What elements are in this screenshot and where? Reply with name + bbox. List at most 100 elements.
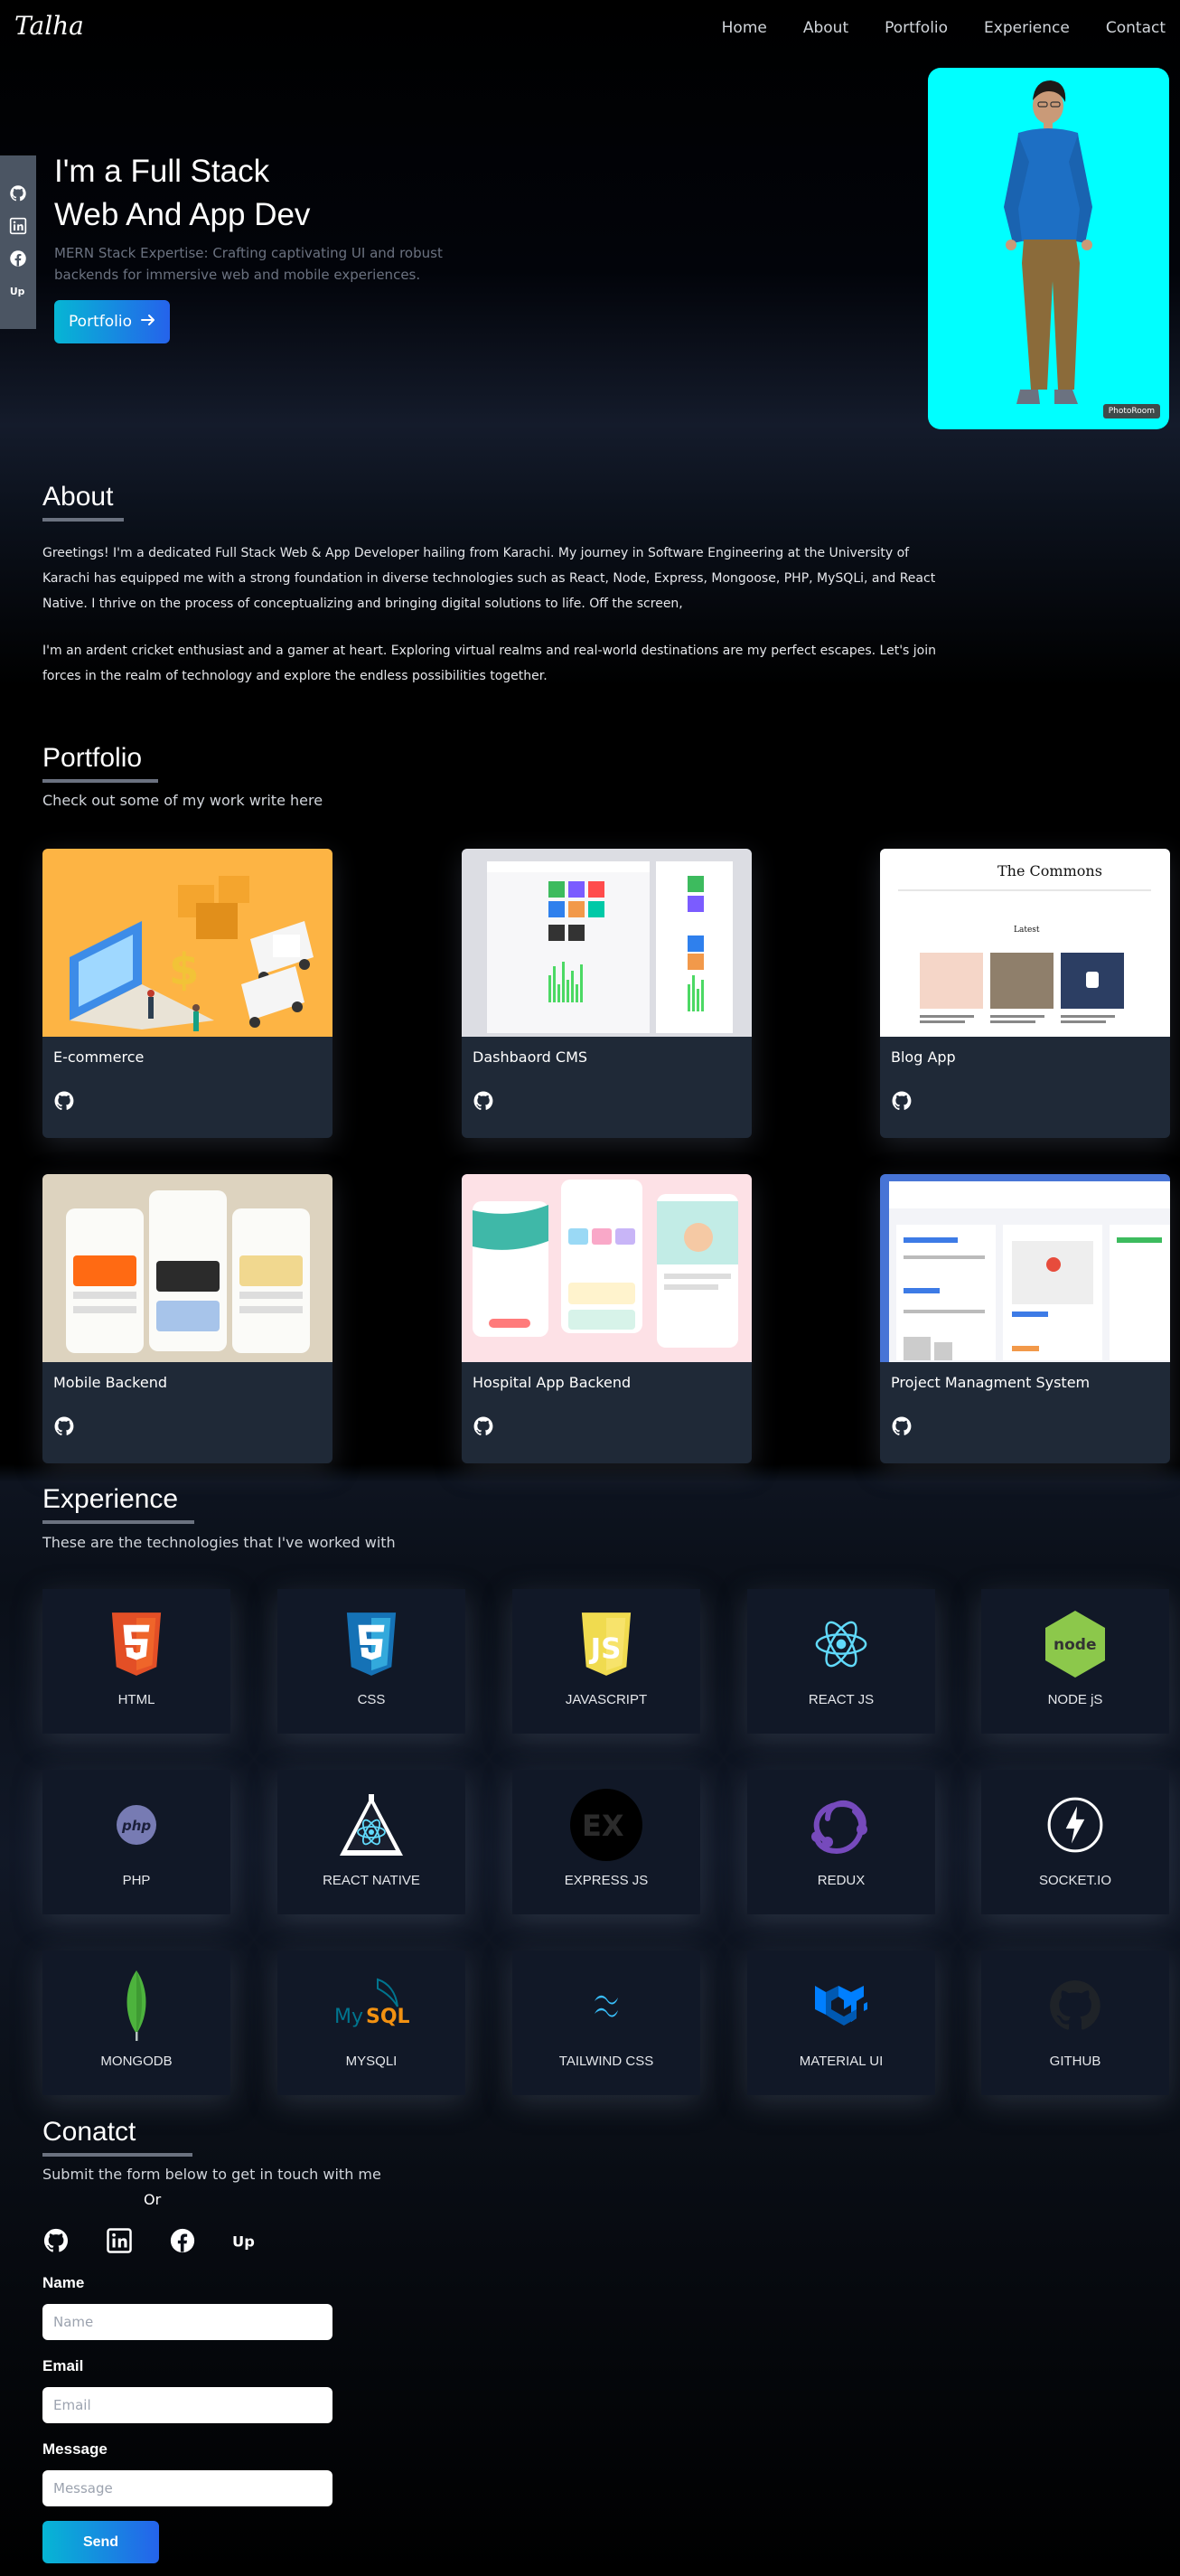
- send-button[interactable]: Send: [42, 2521, 159, 2563]
- portfolio-title-text: Portfolio: [42, 743, 143, 773]
- portfolio-card[interactable]: $ E-commerce: [42, 849, 332, 1138]
- portfolio-button[interactable]: Portfolio: [54, 300, 170, 343]
- about-paragraph-2: I'm an ardent cricket enthusiast and a g…: [42, 644, 937, 683]
- skill-card-html: HTML: [42, 1589, 230, 1734]
- github-icon[interactable]: [53, 1090, 75, 1112]
- github-icon[interactable]: [8, 183, 28, 203]
- svg-text:node: node: [1054, 1636, 1096, 1654]
- html5-icon: [98, 1605, 175, 1683]
- skill-name: NODE jS: [1047, 1692, 1103, 1707]
- portfolio-card[interactable]: Hospital App Backend: [462, 1174, 752, 1463]
- about-paragraph-1: Greetings! I'm a dedicated Full Stack We…: [42, 546, 936, 611]
- navbar: Talha Home About Portfolio Experience Co…: [0, 0, 1180, 58]
- php-icon: php: [98, 1786, 175, 1864]
- email-input[interactable]: [42, 2387, 332, 2423]
- portfolio-card[interactable]: Dashbaord CMS: [462, 849, 752, 1138]
- facebook-icon[interactable]: [8, 249, 28, 268]
- portfolio-title-underline: [42, 779, 158, 783]
- portfolio-title: Portfolio: [42, 743, 158, 783]
- experience-title: Experience: [42, 1484, 194, 1524]
- skill-name: TAILWIND CSS: [558, 2054, 654, 2069]
- skill-card-mysql: My SQL MYSQLI: [277, 1951, 465, 2095]
- react-native-icon: [332, 1786, 410, 1864]
- portfolio-card[interactable]: Mobile Backend: [42, 1174, 332, 1463]
- nav-home[interactable]: Home: [722, 19, 767, 37]
- skill-name: REDUX: [817, 1873, 866, 1888]
- nodejs-icon: node: [1036, 1605, 1114, 1683]
- contact-title-text: Conatct: [42, 2117, 136, 2147]
- upwork-icon[interactable]: Up: [8, 281, 28, 301]
- material-ui-icon: [802, 1967, 880, 2045]
- message-label: Message: [42, 2440, 108, 2458]
- skill-card-react: REACT JS: [747, 1589, 935, 1734]
- skill-card-tailwind: TAILWIND CSS: [512, 1951, 700, 2095]
- github-icon: [1036, 1967, 1114, 2045]
- github-icon[interactable]: [42, 2227, 70, 2254]
- css3-icon: [332, 1605, 410, 1683]
- project-management-thumbnail: [880, 1174, 1170, 1362]
- skill-card-css: CSS: [277, 1589, 465, 1734]
- nav-experience[interactable]: Experience: [984, 19, 1070, 37]
- skill-card-express: EX EXPRESS JS: [512, 1770, 700, 1914]
- profile-photo: PhotoRoom: [928, 68, 1169, 429]
- hero-title: I'm a Full Stack Web And App Dev: [54, 150, 506, 237]
- svg-text:$: $: [169, 945, 199, 995]
- contact-subtitle: Submit the form below to get in touch wi…: [42, 2166, 381, 2183]
- hero-title-line2: Web And App Dev: [54, 197, 311, 232]
- page: Talha Home About Portfolio Experience Co…: [0, 0, 1180, 2576]
- svg-text:SQL: SQL: [366, 2006, 410, 2028]
- card-title: Mobile Backend: [53, 1374, 167, 1391]
- nav-about[interactable]: About: [803, 19, 848, 37]
- logo[interactable]: Talha: [14, 11, 84, 41]
- blog-thumbnail: The Commons Latest: [880, 849, 1170, 1037]
- github-icon[interactable]: [473, 1090, 494, 1112]
- arrow-right-icon: [140, 313, 155, 331]
- experience-subtitle: These are the technologies that I've wor…: [42, 1534, 396, 1551]
- contact-title: Conatct: [42, 2117, 192, 2157]
- experience-title-underline: [42, 1520, 194, 1524]
- skill-name: EXPRESS JS: [564, 1873, 649, 1888]
- blog-thumb-sub: Latest: [1014, 926, 1040, 935]
- skill-name: REACT NATIVE: [323, 1873, 420, 1888]
- skill-card-material-ui: MATERIAL UI: [747, 1951, 935, 2095]
- linkedin-icon[interactable]: [8, 216, 28, 236]
- message-input[interactable]: [42, 2470, 332, 2506]
- photoroom-badge: PhotoRoom: [1102, 404, 1160, 418]
- skill-card-github: GITHUB: [981, 1951, 1169, 2095]
- blog-thumb-heading: The Commons: [997, 862, 1102, 879]
- skill-card-socketio: SOCKET.IO: [981, 1770, 1169, 1914]
- portfolio-card[interactable]: Project Managment System: [880, 1174, 1170, 1463]
- svg-text:Up: Up: [232, 2233, 255, 2250]
- skill-card-redux: REDUX: [747, 1770, 935, 1914]
- about-title: About: [42, 482, 124, 522]
- nav-contact[interactable]: Contact: [1106, 19, 1166, 37]
- github-icon[interactable]: [891, 1090, 913, 1112]
- github-icon[interactable]: [891, 1415, 913, 1437]
- react-icon: [802, 1605, 880, 1683]
- redux-icon: [802, 1786, 880, 1864]
- card-title: E-commerce: [53, 1048, 145, 1066]
- card-title: Dashbaord CMS: [473, 1048, 588, 1066]
- hospital-thumbnail: [462, 1174, 752, 1362]
- github-icon[interactable]: [473, 1415, 494, 1437]
- portfolio-card[interactable]: The Commons Latest Blog App: [880, 849, 1170, 1138]
- skill-name: MATERIAL UI: [799, 2054, 884, 2069]
- skill-name: PHP: [122, 1873, 151, 1888]
- nav-portfolio[interactable]: Portfolio: [885, 19, 948, 37]
- about-title-underline: [42, 518, 124, 522]
- name-label: Name: [42, 2274, 85, 2291]
- dashboard-thumbnail: [462, 849, 752, 1037]
- portfolio-subtitle: Check out some of my work write here: [42, 792, 323, 809]
- skill-card-php: php PHP: [42, 1770, 230, 1914]
- nav-links: Home About Portfolio Experience Contact: [686, 19, 1166, 37]
- github-icon[interactable]: [53, 1415, 75, 1437]
- facebook-icon[interactable]: [169, 2227, 196, 2254]
- skill-card-javascript: JS JAVASCRIPT: [512, 1589, 700, 1734]
- skill-name: GITHUB: [1049, 2054, 1101, 2069]
- linkedin-icon[interactable]: [106, 2227, 133, 2254]
- upwork-icon[interactable]: Up: [232, 2227, 259, 2254]
- mongodb-icon: [98, 1967, 175, 2045]
- skill-name: CSS: [357, 1692, 386, 1707]
- skill-name: JAVASCRIPT: [565, 1692, 648, 1707]
- name-input[interactable]: [42, 2304, 332, 2340]
